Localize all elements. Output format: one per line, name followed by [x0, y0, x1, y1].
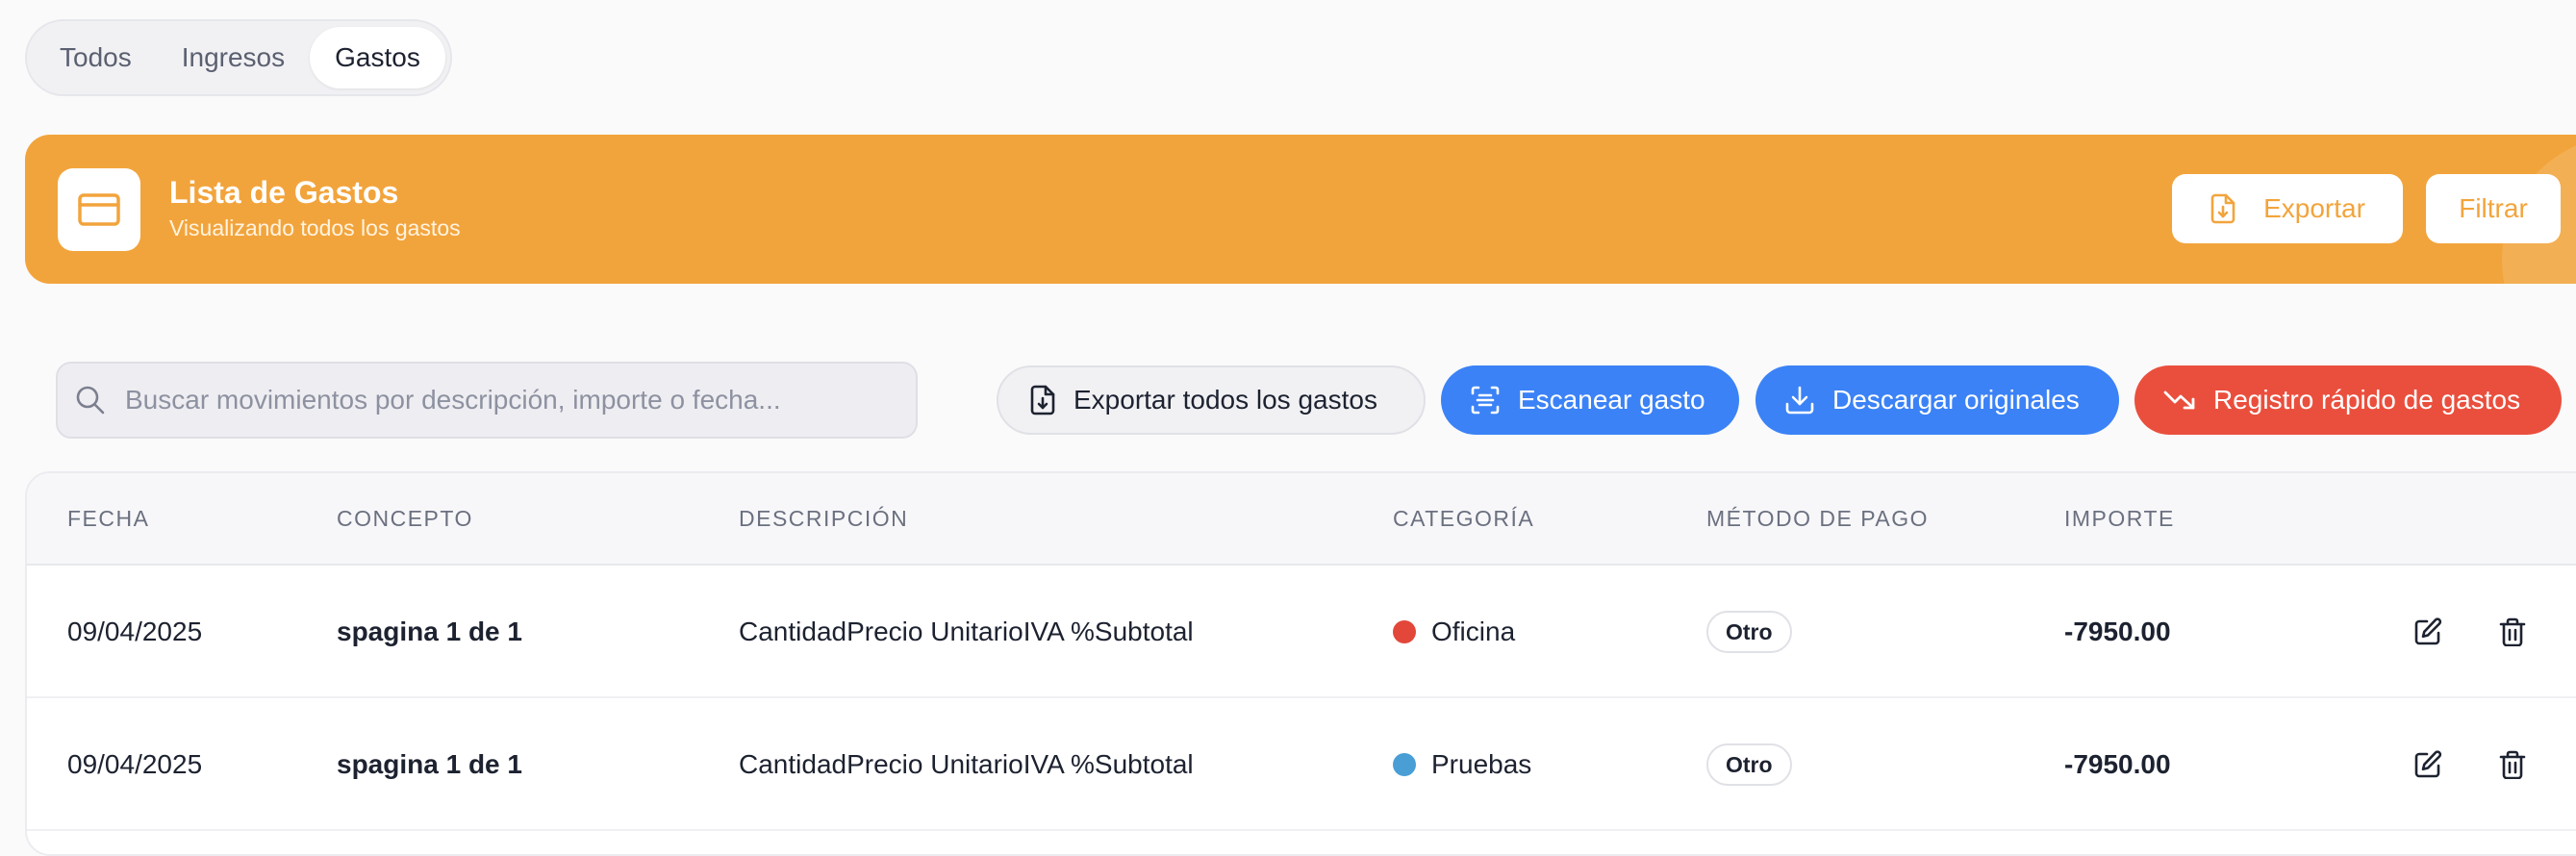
- download-icon: [1785, 386, 1814, 415]
- search-box: [56, 362, 918, 439]
- export-label: Exportar: [2263, 193, 2365, 223]
- cell-concepto: spagina 1 de 1: [337, 617, 522, 646]
- trending-down-icon: [2163, 390, 2195, 410]
- payment-method-badge: Otro: [1706, 743, 1792, 786]
- scan-expense-button[interactable]: Escanear gasto: [1441, 365, 1739, 435]
- cell-metodo: Otro: [1706, 698, 1792, 831]
- col-descripcion: DESCRIPCIÓN: [739, 506, 909, 531]
- trash-icon[interactable]: [2493, 613, 2532, 651]
- page-title: Lista de Gastos: [169, 175, 399, 210]
- cell-importe: -7950.00: [2064, 749, 2171, 779]
- export-all-label: Exportar todos los gastos: [1073, 385, 1377, 415]
- download-originals-button[interactable]: Descargar originales: [1755, 365, 2119, 435]
- cell-importe: -7950.00: [2064, 617, 2171, 646]
- file-download-icon: [2210, 193, 2235, 224]
- search-input[interactable]: [125, 385, 875, 415]
- cell-delete: [2493, 698, 2532, 831]
- edit-icon[interactable]: [2409, 613, 2447, 651]
- cell-descripcion: CantidadPrecio UnitarioIVA %Subtotal: [739, 617, 1194, 646]
- search-icon: [76, 386, 105, 415]
- cell-delete: [2493, 566, 2532, 698]
- download-label: Descargar originales: [1832, 385, 2080, 415]
- header-banner: Lista de Gastos Visualizando todos los g…: [25, 135, 2576, 284]
- col-categoria: CATEGORÍA: [1393, 506, 1535, 531]
- view-tabs: Todos Ingresos Gastos: [25, 19, 452, 96]
- cell-fecha: 09/04/2025: [67, 617, 203, 646]
- expenses-table: FECHA CONCEPTO DESCRIPCIÓN CATEGORÍA MÉT…: [25, 471, 2576, 856]
- scan-label: Escanear gasto: [1518, 385, 1705, 415]
- export-button[interactable]: Exportar: [2172, 174, 2403, 243]
- category-dot: [1393, 753, 1416, 776]
- filter-button[interactable]: Filtrar: [2426, 174, 2561, 243]
- tab-todos[interactable]: Todos: [35, 27, 157, 88]
- cell-edit: [2409, 698, 2447, 831]
- table-header: FECHA CONCEPTO DESCRIPCIÓN CATEGORÍA MÉT…: [27, 473, 2576, 566]
- cell-concepto: spagina 1 de 1: [337, 749, 522, 779]
- col-metodo-pago: MÉTODO DE PAGO: [1706, 506, 1930, 531]
- category-label: Pruebas: [1431, 749, 1532, 779]
- scan-icon: [1471, 386, 1500, 415]
- credit-card-icon: [58, 168, 140, 251]
- page-subtitle: Visualizando todos los gastos: [169, 215, 461, 240]
- table-row[interactable]: 09/04/2025 spagina 1 de 1 CantidadPrecio…: [27, 566, 2576, 698]
- cell-descripcion: CantidadPrecio UnitarioIVA %Subtotal: [739, 749, 1194, 779]
- edit-icon[interactable]: [2409, 745, 2447, 784]
- table-row[interactable]: 09/04/2025 spagina 1 de 1 CantidadPrecio…: [27, 698, 2576, 831]
- quick-expense-button[interactable]: Registro rápido de gastos: [2134, 365, 2562, 435]
- col-fecha: FECHA: [67, 506, 150, 531]
- cell-edit: [2409, 566, 2447, 698]
- category-dot: [1393, 620, 1416, 643]
- trash-icon[interactable]: [2493, 745, 2532, 784]
- cell-metodo: Otro: [1706, 566, 1792, 698]
- tab-gastos[interactable]: Gastos: [310, 27, 445, 88]
- col-importe: IMPORTE: [2064, 506, 2175, 531]
- cell-categoria: Oficina: [1393, 566, 1515, 698]
- export-all-button[interactable]: Exportar todos los gastos: [997, 365, 1426, 435]
- tab-ingresos[interactable]: Ingresos: [157, 27, 310, 88]
- cell-categoria: Pruebas: [1393, 698, 1531, 831]
- cell-fecha: 09/04/2025: [67, 749, 203, 779]
- quick-expense-label: Registro rápido de gastos: [2213, 385, 2521, 415]
- col-concepto: CONCEPTO: [337, 506, 473, 531]
- payment-method-badge: Otro: [1706, 611, 1792, 653]
- category-label: Oficina: [1431, 617, 1516, 646]
- file-download-icon: [1030, 385, 1055, 415]
